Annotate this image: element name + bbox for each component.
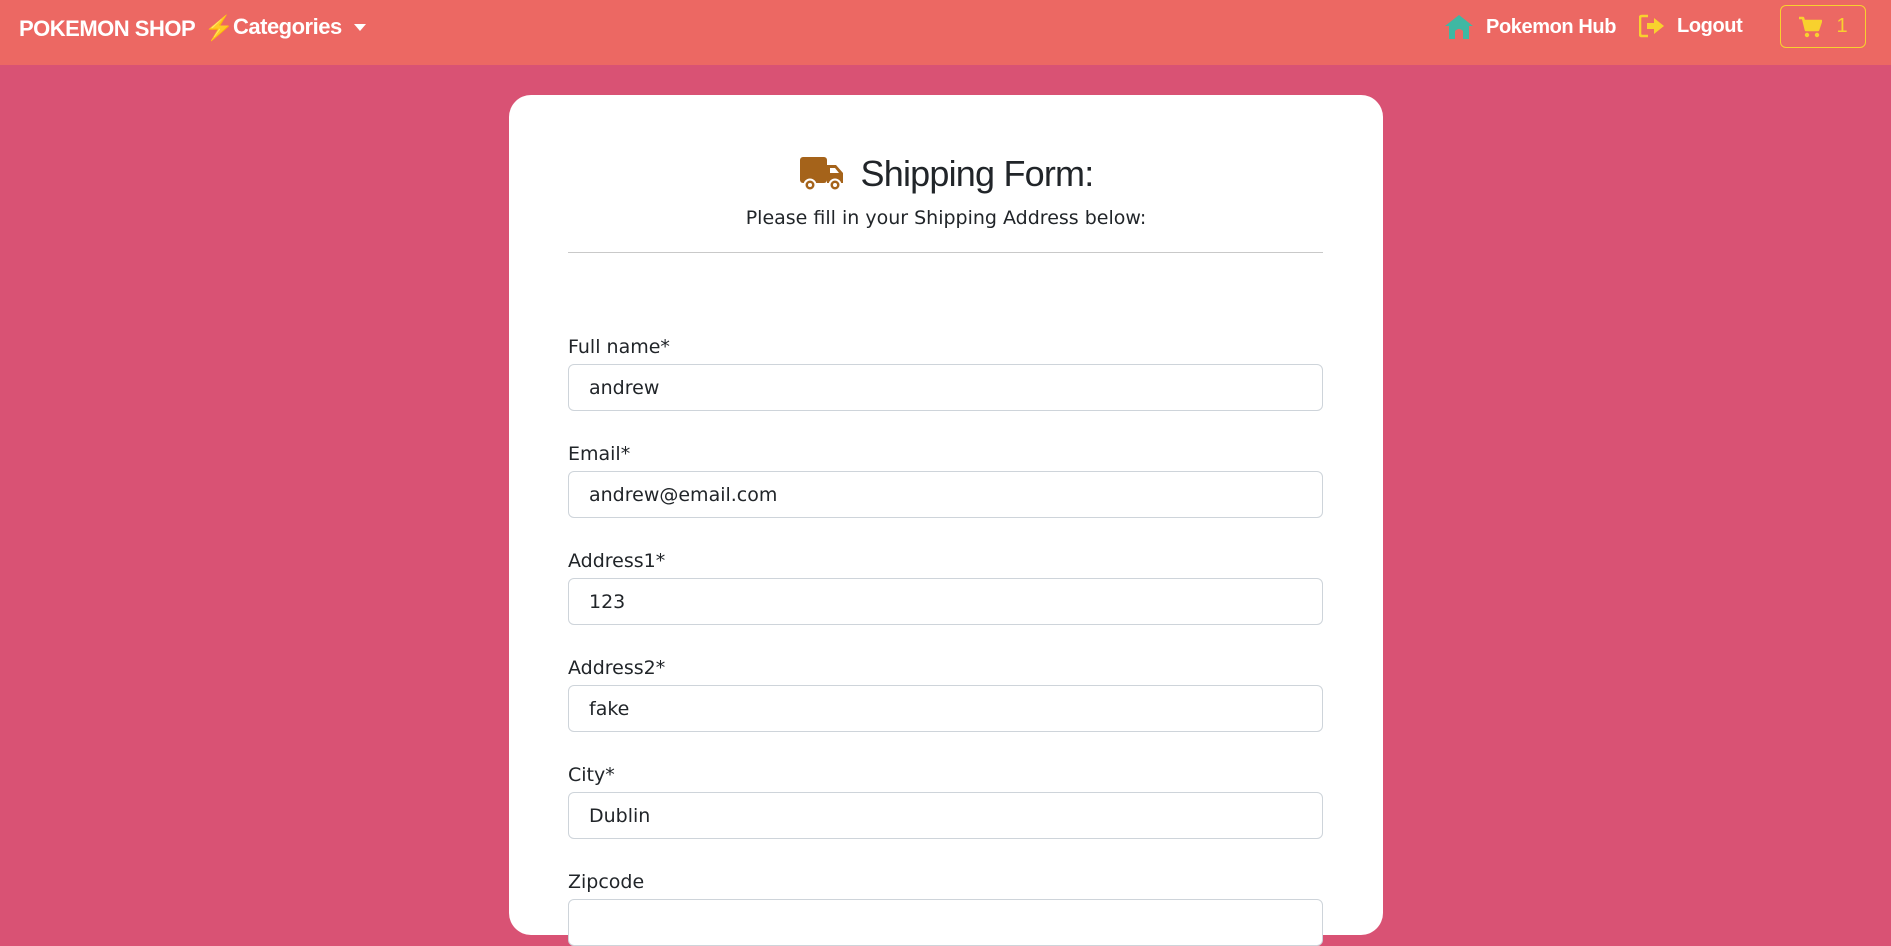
email-field[interactable] [568,471,1323,518]
shopping-cart-icon [1799,16,1823,37]
truck-icon [799,157,843,192]
address1-field[interactable] [568,578,1323,625]
cart-count: 1 [1836,15,1848,37]
address1-label: Address1* [568,550,666,572]
shipping-form-card: Shipping Form: Please fill in your Shipp… [509,95,1383,946]
city-label: City* [568,764,615,786]
sign-out-icon [1639,14,1664,38]
full-name-field[interactable] [568,364,1323,411]
brand-link[interactable]: POKEMON SHOP ⚡ [19,14,234,43]
city-field[interactable] [568,792,1323,839]
zipcode-label: Zipcode [568,871,645,893]
brand-name: POKEMON SHOP [19,15,196,41]
form-title: Shipping Form: [860,153,1095,194]
navbar: POKEMON SHOP ⚡ Categories Pokemon Hub Lo… [0,0,1891,65]
logout-label: Logout [1677,14,1743,37]
address2-label: Address2* [568,657,666,679]
logout-link[interactable]: Logout [1639,14,1743,38]
categories-dropdown[interactable]: Categories [233,14,366,40]
cart-button[interactable]: 1 [1780,5,1866,48]
caret-down-icon [353,23,366,31]
form-subtitle: Please fill in your Shipping Address bel… [745,207,1147,229]
pokemon-hub-link[interactable]: Pokemon Hub [1444,14,1616,40]
full-name-label: Full name* [568,336,670,358]
header-divider [568,252,1323,253]
lightning-bolt-icon: ⚡ [204,15,234,42]
home-icon [1445,15,1473,39]
pokemon-hub-label: Pokemon Hub [1486,15,1617,38]
form-header: Shipping Form: [509,153,1383,195]
address2-field[interactable] [568,685,1323,732]
zipcode-field[interactable] [568,899,1323,946]
categories-label: Categories [233,14,342,39]
email-label: Email* [568,443,631,465]
